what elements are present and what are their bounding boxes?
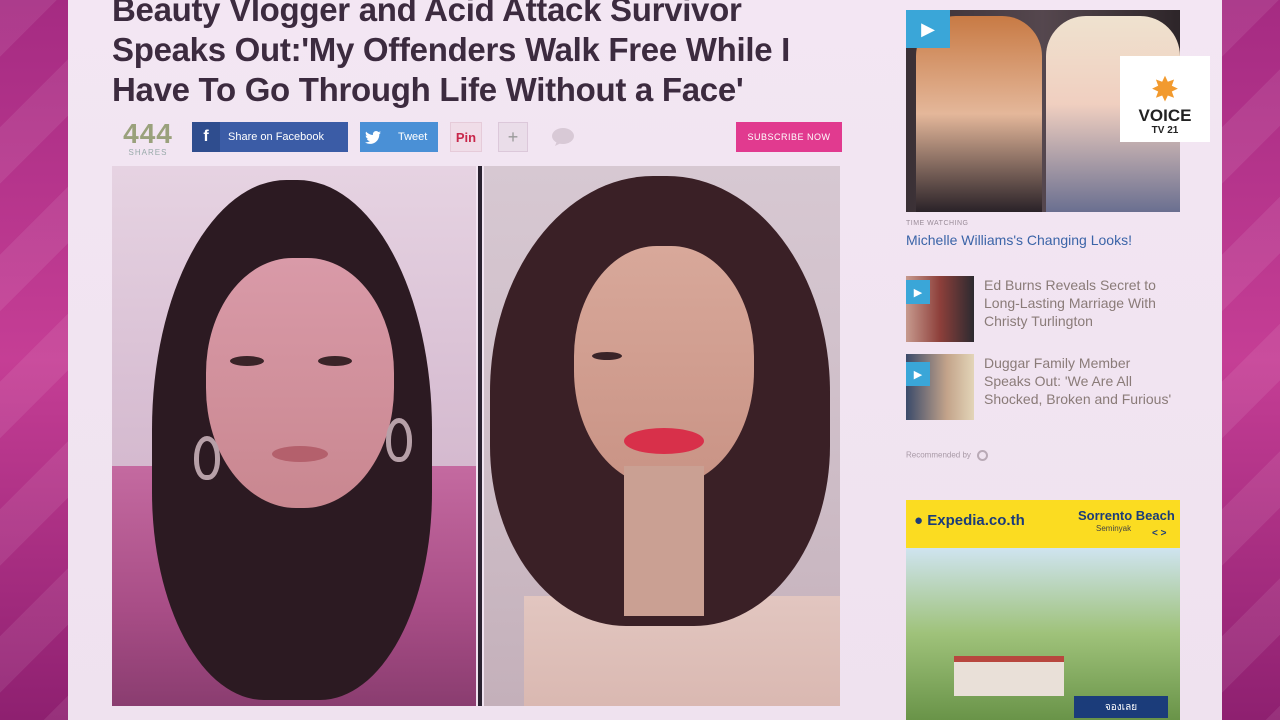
recommended-thumbnail[interactable]: ▶ [906, 276, 974, 342]
recommended-title[interactable]: Ed Burns Reveals Secret to Long-Lasting … [984, 276, 1180, 330]
background-right-panel [1222, 0, 1280, 720]
recommended-title[interactable]: Duggar Family Member Speaks Out: 'We Are… [984, 354, 1180, 408]
photo-divider [478, 166, 482, 706]
ad-brand-text: Expedia.co.th [927, 512, 1025, 529]
share-count: 444 SHARES [112, 118, 184, 158]
ad-carousel-nav[interactable]: < > [1152, 528, 1166, 539]
voice-logo-word: VOICE [1138, 106, 1192, 125]
tweet-label: Tweet [398, 131, 428, 143]
house-shape [954, 656, 1064, 696]
voice-tv-logo: ✸ VOICE TV 21 [1120, 56, 1210, 142]
voice-logo-channel: TV 21 [1151, 125, 1179, 136]
headline-line-1: Beauty Vlogger and Acid Attack Survivor [112, 0, 742, 28]
hero-sponsor-label: TIME WATCHING [906, 220, 969, 227]
facebook-label: Share on Facebook [228, 131, 325, 143]
pinterest-icon: Pin [455, 129, 477, 145]
expedia-ad[interactable]: ● Expedia.co.th Sorrento Beach Seminyak … [906, 500, 1180, 720]
headline-line-2: Speaks Out:'My Offenders Walk Free While… [112, 31, 791, 68]
ad-brand: ● Expedia.co.th [914, 512, 1025, 529]
web-page: Beauty Vlogger and Acid Attack Survivor … [68, 0, 1222, 720]
play-icon[interactable]: ▶ [906, 10, 950, 48]
subscribe-button[interactable]: SUBSCRIBE NOW [736, 122, 842, 152]
pin-button[interactable]: Pin [450, 122, 482, 152]
play-icon[interactable]: ▶ [906, 362, 930, 386]
voice-star-icon: ✸ [1150, 71, 1180, 109]
plus-icon: + [507, 126, 519, 147]
facebook-icon: f [192, 122, 220, 152]
neck-shape [624, 466, 704, 616]
recommended-by-text: Recommended by [906, 450, 971, 460]
expedia-globe-icon: ● [914, 512, 924, 529]
outbrain-icon [977, 450, 989, 461]
recommended-thumbnail[interactable]: ▶ [906, 354, 974, 420]
recommended-item[interactable]: ▶ Ed Burns Reveals Secret to Long-Lastin… [906, 276, 1180, 346]
before-photo [112, 166, 476, 706]
ad-destination: Sorrento Beach [1078, 508, 1175, 523]
ad-cta-button[interactable]: จองเลย [1074, 696, 1168, 718]
share-count-number: 444 [123, 118, 173, 149]
face-shape [206, 258, 394, 508]
tweet-button[interactable]: Tweet [360, 122, 438, 152]
share-count-label: SHARES [128, 148, 168, 157]
after-photo [484, 166, 840, 706]
recommended-item[interactable]: ▶ Duggar Family Member Speaks Out: 'We A… [906, 354, 1180, 424]
recommended-by-label: Recommended by [906, 450, 989, 461]
comment-icon [552, 128, 574, 146]
left-eye [592, 352, 622, 360]
background-left-panel [0, 0, 68, 720]
more-share-button[interactable]: + [498, 122, 528, 152]
comment-button[interactable] [550, 126, 576, 148]
lips [624, 428, 704, 454]
lips [272, 446, 328, 462]
earring-left [194, 436, 220, 480]
twitter-icon [360, 122, 386, 152]
hero-title-link[interactable]: Michelle Williams's Changing Looks! [906, 232, 1132, 248]
share-facebook-button[interactable]: f Share on Facebook [192, 122, 348, 152]
article-headline: Beauty Vlogger and Acid Attack Survivor … [112, 0, 852, 110]
earring-right [386, 418, 412, 462]
ad-photo [906, 548, 1180, 720]
headline-line-3: Have To Go Through Life Without a Face' [112, 71, 744, 108]
share-bar: 444 SHARES f Share on Facebook Tweet Pin… [112, 118, 852, 158]
play-icon[interactable]: ▶ [906, 280, 930, 304]
ad-destination-sub: Seminyak [1096, 524, 1132, 533]
left-eye [230, 356, 264, 366]
right-eye [318, 356, 352, 366]
